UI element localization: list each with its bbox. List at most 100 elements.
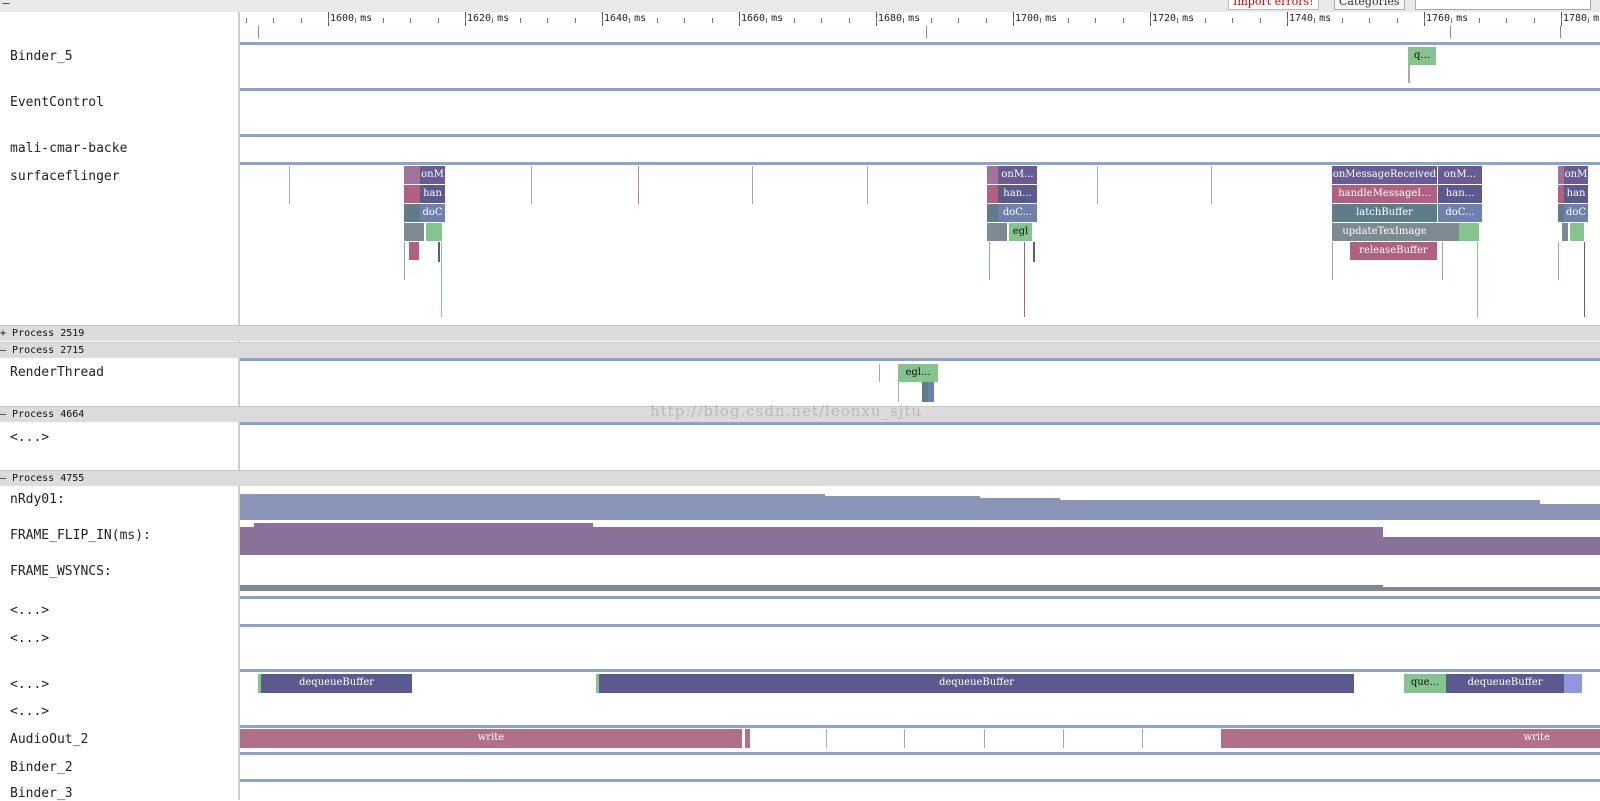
slice-sf5-onM[interactable]: onM	[1564, 166, 1588, 184]
slice-sf-group1-side	[404, 166, 420, 184]
slice-sf1-onM[interactable]: onM	[420, 166, 445, 184]
counter-label-frame-flip[interactable]: FRAME_FLIP_IN(ms):	[10, 528, 151, 543]
counter-nrdy-seg	[825, 496, 980, 520]
slice-sf5-han[interactable]: han	[1564, 185, 1588, 203]
thread-label-anon-4664[interactable]: <...>	[10, 430, 49, 445]
track-top-line	[240, 596, 1600, 599]
thread-label-mali-cmar[interactable]: mali-cmar-backe	[10, 141, 127, 156]
ruler-minor-tick	[1533, 18, 1535, 23]
slice-sf4-doC[interactable]: doC...	[1437, 204, 1482, 222]
slice-sf2-doC[interactable]: doC...	[998, 204, 1037, 222]
slice-write-2[interactable]: write	[1221, 729, 1600, 748]
track-top-line	[240, 725, 1600, 728]
slice-sf4-green	[1459, 223, 1479, 241]
thread-label-surfaceflinger[interactable]: surfaceflinger	[10, 169, 120, 184]
track-top-line	[240, 134, 1600, 137]
slice-sf1-doC[interactable]: doC	[420, 204, 445, 222]
dq-sub-slice	[1564, 674, 1582, 693]
ruler-tick-label: 1700 ms	[1015, 13, 1058, 24]
ruler-minor-tick	[903, 18, 905, 23]
collapse-icon[interactable]: ‒	[0, 409, 12, 420]
thread-label-anon-c[interactable]: <...>	[10, 677, 49, 692]
expand-icon[interactable]: +	[0, 328, 12, 339]
slice-sf3-updateTexImage[interactable]: updateTexImage	[1332, 223, 1437, 241]
ruler-minor-tick	[821, 18, 823, 23]
collapse-all-icon[interactable]: ‒	[2, 0, 10, 11]
thread-label-binder-5[interactable]: Binder_5	[10, 49, 73, 64]
track-top-line	[240, 422, 1600, 425]
track-top-line	[240, 669, 1600, 672]
ruler-minor-tick	[355, 18, 357, 23]
ruler-minor-tick	[1369, 18, 1371, 23]
ruler-minor-tick	[1314, 18, 1316, 23]
slice-dequeue-3[interactable]: dequeueBuffer	[1446, 674, 1564, 693]
slice-sf-group1-side	[404, 204, 420, 222]
write-tick	[1063, 729, 1064, 748]
slice-sf-group2-side	[987, 223, 1007, 241]
ruler-minor-tick	[1588, 18, 1590, 23]
ruler-minor-tick	[410, 18, 412, 23]
slice-sf3-onMessageReceived[interactable]: onMessageReceived	[1332, 166, 1437, 184]
counter-flip-seg	[1383, 537, 1600, 555]
slice-sf4-han[interactable]: han...	[1437, 185, 1482, 203]
ruler-minor-tick	[1204, 18, 1206, 23]
range-marker-right	[1450, 26, 1451, 38]
thread-label-eventcontrol[interactable]: EventControl	[10, 95, 104, 110]
process-label: Process 2715	[12, 345, 85, 356]
slice-sf2-onM[interactable]: onM...	[998, 166, 1037, 184]
process-header-4755[interactable]: ‒ Process 4755	[0, 470, 1600, 486]
process-header-2519[interactable]: + Process 2519	[0, 325, 1600, 341]
rt-thin-slice	[879, 364, 880, 382]
sf-thin-slice	[404, 242, 405, 280]
slice-sf3-handleMessage[interactable]: handleMessageI...	[1332, 185, 1437, 203]
ruler-minor-tick	[684, 18, 686, 23]
counter-label-nrdy[interactable]: nRdy01:	[10, 492, 65, 507]
sf-thin-slice	[1442, 242, 1443, 280]
slice-sf1-han[interactable]: han	[420, 185, 445, 203]
slice-sf3-releaseBuffer[interactable]: releaseBuffer	[1350, 242, 1437, 260]
ruler-minor-tick	[848, 18, 850, 23]
slice-sf2-han[interactable]: han...	[998, 185, 1037, 203]
ruler-tick-label: 1760 ms	[1426, 13, 1469, 24]
track-top-line	[240, 358, 1600, 361]
slice-binder5-q[interactable]: q...	[1408, 47, 1436, 65]
thread-label-renderthread[interactable]: RenderThread	[10, 365, 104, 380]
ruler-minor-tick	[793, 18, 795, 23]
collapse-icon[interactable]: ‒	[0, 345, 12, 356]
categories-button[interactable]: Categories	[1334, 0, 1405, 10]
slice-sf-group2-side	[987, 166, 998, 184]
slice-dequeue-1[interactable]: dequeueBuffer	[261, 674, 412, 693]
slice-sf4-onM[interactable]: onM...	[1437, 166, 1482, 184]
thread-label-anon-d[interactable]: <...>	[10, 704, 49, 719]
slice-write-1[interactable]: write	[240, 729, 742, 748]
thread-label-audioout[interactable]: AudioOut_2	[10, 732, 88, 747]
thread-label-anon-a[interactable]: <...>	[10, 603, 49, 618]
ruler-minor-tick	[437, 18, 439, 23]
time-ruler[interactable]: 1600 ms 1620 ms 1640 ms 1660 ms 1680 ms …	[240, 12, 1600, 42]
sf-thin-slice	[1558, 242, 1559, 280]
slice-queue[interactable]: que...	[1404, 674, 1446, 693]
thread-label-binder-2[interactable]: Binder_2	[10, 760, 73, 775]
counter-nrdy-seg	[240, 494, 825, 520]
collapse-icon[interactable]: ‒	[0, 473, 12, 484]
counter-label-frame-wsyncs[interactable]: FRAME_WSYNCS:	[10, 564, 112, 579]
slice-sf5-side	[1562, 223, 1568, 241]
ruler-minor-tick	[1341, 18, 1343, 23]
ruler-minor-tick	[574, 18, 576, 23]
slice-sf3-latchBuffer[interactable]: latchBuffer	[1332, 204, 1437, 222]
slice-sf2-egl[interactable]: egl	[1009, 223, 1032, 241]
sf-thin-slice	[1024, 242, 1025, 317]
thread-label-binder-3[interactable]: Binder_3	[10, 786, 73, 801]
counter-flip-seg	[254, 523, 593, 555]
thread-label-anon-b[interactable]: <...>	[10, 631, 49, 646]
ruler-minor-tick	[1259, 18, 1261, 23]
rt-sub-slice	[928, 382, 934, 402]
import-errors-button[interactable]: Import errors!	[1228, 0, 1319, 10]
search-input[interactable]	[1415, 0, 1591, 10]
slice-dequeue-2[interactable]: dequeueBuffer	[599, 674, 1354, 693]
process-header-2715[interactable]: ‒ Process 2715	[0, 342, 1600, 358]
ruler-minor-tick	[1013, 18, 1014, 23]
slice-rt-egl[interactable]: egl...	[898, 364, 938, 382]
slice-sf5-doC[interactable]: doC	[1564, 204, 1588, 222]
track-top-line	[240, 42, 1600, 45]
